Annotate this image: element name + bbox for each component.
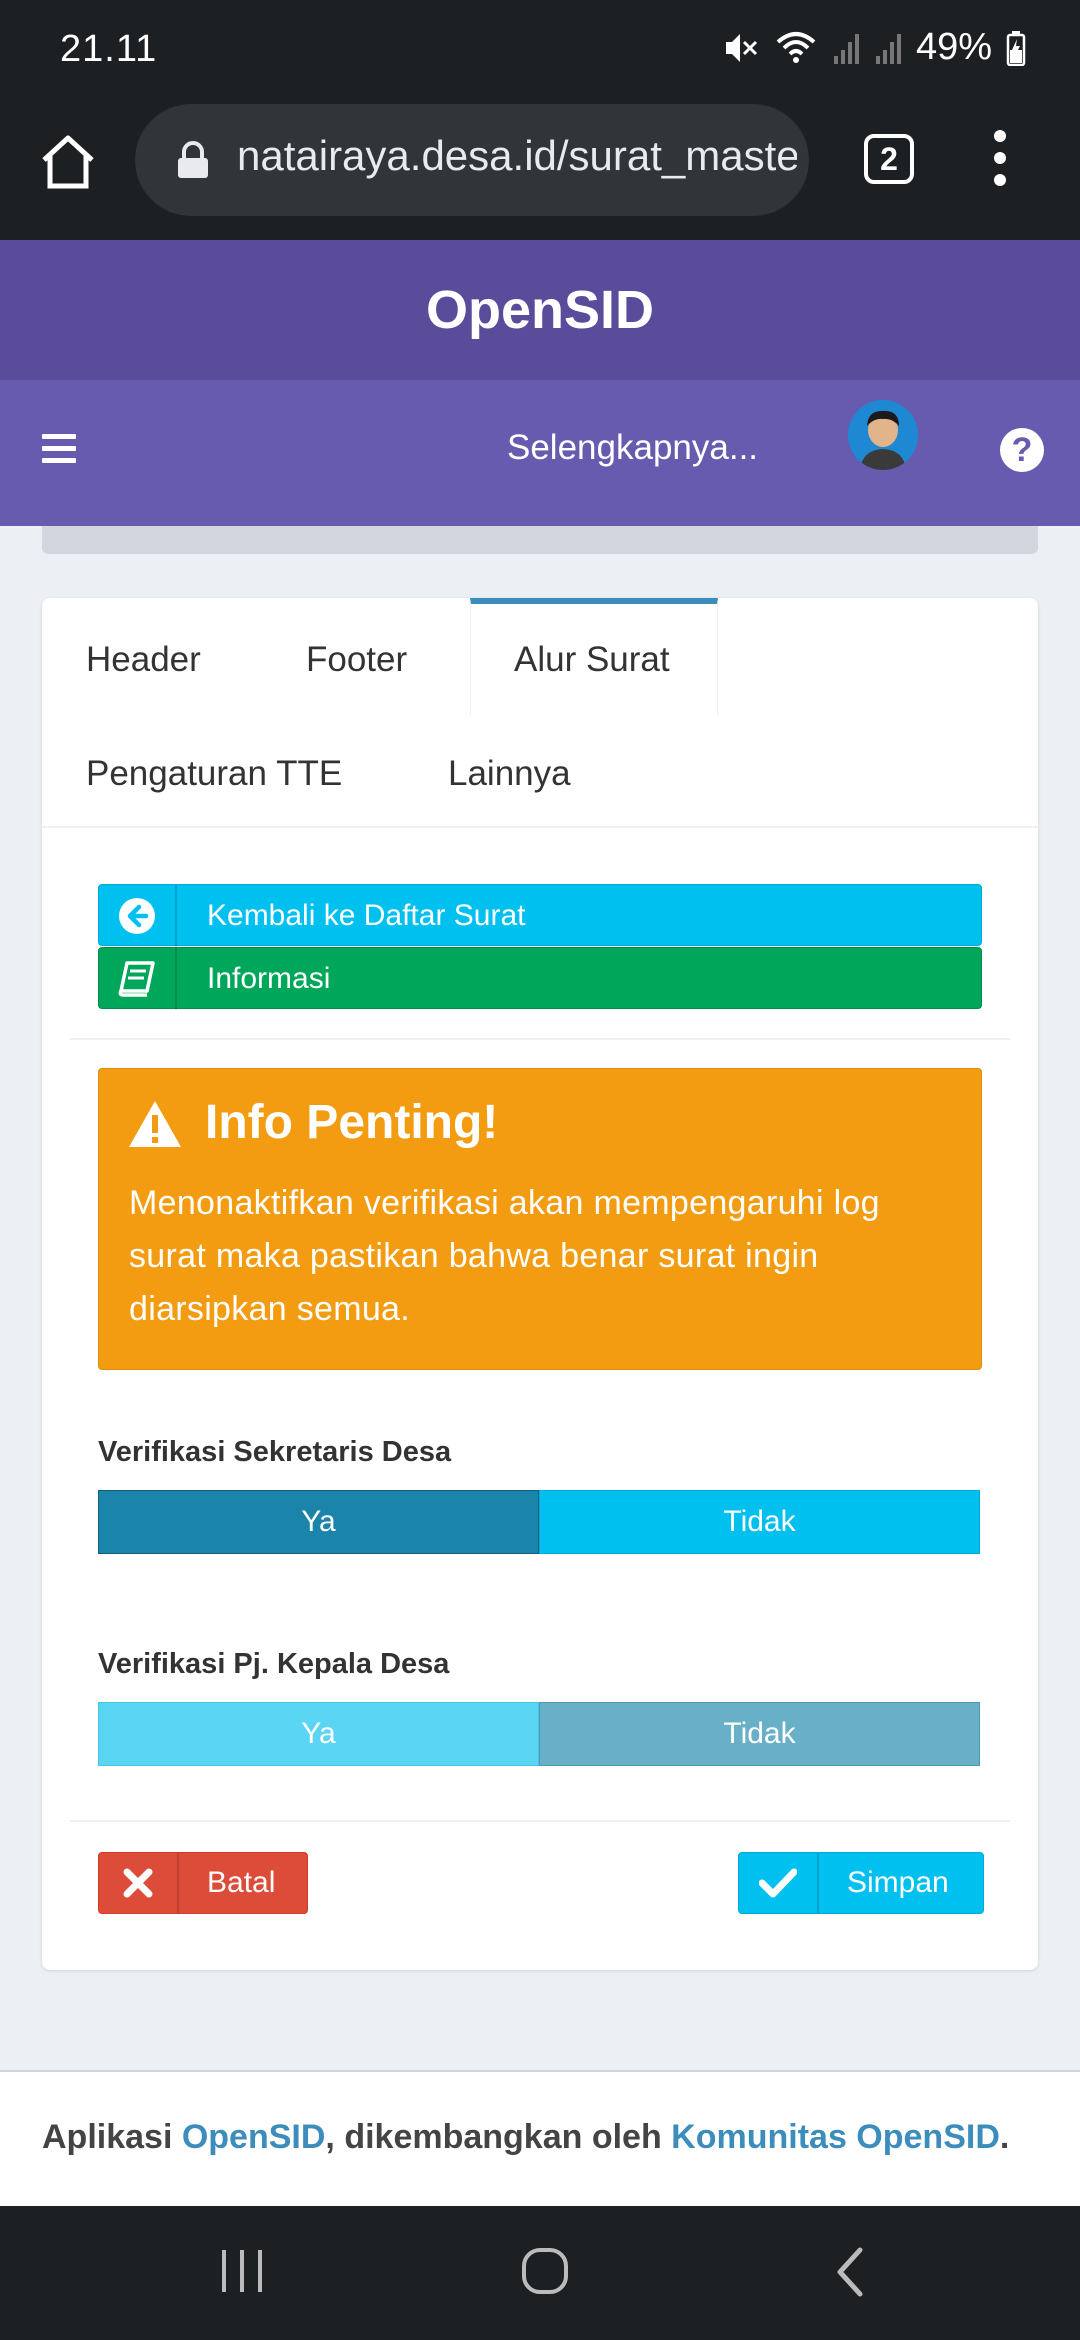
wifi-icon [776, 31, 816, 63]
system-navigation-bar [0, 2206, 1080, 2340]
mute-icon [725, 33, 757, 62]
tab-lainnya[interactable]: Lainnya [448, 754, 571, 794]
section-divider [70, 1038, 1010, 1040]
save-label: Simpan [847, 1866, 949, 1899]
back-to-list-button[interactable]: Kembali ke Daftar Surat [98, 884, 982, 947]
check-icon [739, 1853, 819, 1913]
recent-apps-icon[interactable] [218, 2248, 268, 2294]
warning-triangle-icon [129, 1101, 181, 1147]
field-label-kepala-desa: Verifikasi Pj. Kepala Desa [98, 1648, 450, 1680]
tab-header[interactable]: Header [86, 640, 201, 680]
tab-pengaturan-tte[interactable]: Pengaturan TTE [86, 754, 342, 794]
save-button[interactable]: Simpan [738, 1852, 984, 1914]
sidebar-toggle-icon[interactable] [42, 434, 76, 464]
close-icon [99, 1853, 179, 1913]
field-label-sekretaris: Verifikasi Sekretaris Desa [98, 1436, 452, 1468]
option-ya-sekretaris[interactable]: Ya [98, 1490, 539, 1554]
back-to-list-label: Kembali ke Daftar Surat [207, 899, 526, 932]
footer-prefix: Aplikasi [42, 2118, 182, 2156]
tab-alur-surat[interactable]: Alur Surat [514, 640, 670, 680]
information-button[interactable]: Informasi [98, 947, 982, 1010]
footer-community-link[interactable]: Komunitas OpenSID [671, 2118, 1000, 2156]
url-text[interactable]: natairaya.desa.id/surat_master [237, 132, 797, 180]
circle-arrow-left-icon [99, 885, 177, 947]
warning-alert: Info Penting! Menonaktifkan verifikasi a… [98, 1068, 982, 1370]
cancel-label: Batal [207, 1866, 276, 1899]
nav-more-link[interactable]: Selengkapnya... [507, 428, 758, 468]
tab-switcher-button[interactable]: 2 [864, 134, 914, 184]
browser-menu-icon[interactable] [988, 130, 1012, 190]
settings-card: Header Footer Alur Surat Pengaturan TTE … [42, 598, 1038, 1970]
breadcrumb-strip [42, 526, 1038, 554]
battery-charging-icon [1006, 30, 1026, 66]
home-icon[interactable] [36, 130, 100, 194]
status-icons: 49% [720, 26, 1026, 69]
alert-message: Menonaktifkan verifikasi akan mempengaru… [129, 1184, 880, 1328]
status-bar: 21.11 49% [0, 0, 1080, 100]
signal-2-icon [875, 33, 901, 64]
help-icon[interactable]: ? [1000, 428, 1044, 472]
footer-opensid-link[interactable]: OpenSID [182, 2118, 326, 2156]
form-footer-divider [70, 1820, 1010, 1822]
top-navbar: Selengkapnya... ? [0, 380, 1080, 526]
back-nav-icon[interactable] [830, 2246, 870, 2298]
footer-middle: , dikembangkan oleh [325, 2118, 672, 2156]
home-nav-icon[interactable] [520, 2246, 570, 2296]
lock-icon [178, 141, 208, 178]
toggle-verifikasi-sekretaris: Ya Tidak [98, 1490, 980, 1554]
browser-toolbar: natairaya.desa.id/surat_master 2 [0, 100, 1080, 240]
signal-1-icon [833, 33, 859, 64]
page-footer: Aplikasi OpenSID, dikembangkan oleh Komu… [0, 2070, 1080, 2206]
option-tidak-kepala-desa[interactable]: Tidak [539, 1702, 980, 1766]
cancel-button[interactable]: Batal [98, 1852, 308, 1914]
information-label: Informasi [207, 962, 331, 995]
address-bar[interactable]: natairaya.desa.id/surat_master [135, 104, 809, 216]
option-ya-kepala-desa[interactable]: Ya [98, 1702, 539, 1766]
status-time: 21.11 [60, 28, 158, 70]
book-icon [99, 948, 177, 1010]
tabs-divider [42, 826, 1038, 828]
battery-percent: 49% [915, 26, 992, 68]
toggle-verifikasi-kepala-desa: Ya Tidak [98, 1702, 980, 1766]
footer-text: Aplikasi OpenSID, dikembangkan oleh Komu… [42, 2118, 1009, 2157]
alert-title: Info Penting! [205, 1096, 499, 1149]
user-avatar[interactable] [848, 400, 918, 470]
tab-footer[interactable]: Footer [306, 640, 407, 680]
app-logo[interactable]: OpenSID [0, 240, 1080, 380]
option-tidak-sekretaris[interactable]: Tidak [539, 1490, 980, 1554]
footer-suffix: . [999, 2118, 1010, 2156]
